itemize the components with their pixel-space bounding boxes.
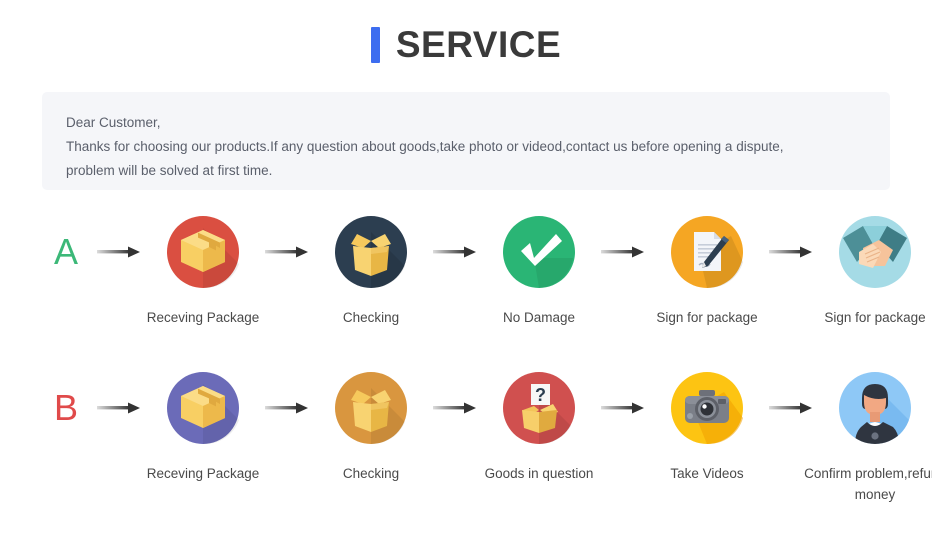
step-label: Receving Package xyxy=(146,466,260,481)
arrow-right-icon xyxy=(598,370,648,446)
flow-letter-b: B xyxy=(53,387,78,428)
step-b-1: Receving Package xyxy=(144,370,262,484)
step-a-2: Checking xyxy=(312,214,430,328)
arrow-right-icon xyxy=(430,214,480,290)
notice-line-3: problem will be solved at first time. xyxy=(66,163,273,178)
flow-row-b: B Receving Package Checking ? Goods in q… xyxy=(0,370,932,505)
arrow-right-icon xyxy=(766,370,816,446)
step-label: Receving Package xyxy=(146,310,260,325)
svg-text:?: ? xyxy=(535,385,546,405)
step-a-5: Sign for package xyxy=(816,214,932,328)
page-title-text: SERVICE xyxy=(395,24,562,65)
arrow-right-icon xyxy=(262,214,312,290)
arrow-right-icon xyxy=(262,370,312,446)
step-a-3: No Damage xyxy=(480,214,598,328)
closed-box-icon xyxy=(165,370,241,446)
step-a-4: Sign for package xyxy=(648,214,766,328)
step-label: Goods in question xyxy=(484,466,594,481)
arrow-right-icon xyxy=(94,214,144,290)
open-box-icon xyxy=(333,370,409,446)
step-label: Take Videos xyxy=(670,466,744,481)
service-page: SERVICE Dear Customer, Thanks for choosi… xyxy=(0,0,932,550)
arrow-right-icon xyxy=(766,214,816,290)
step-b-2: Checking xyxy=(312,370,430,484)
notice-line-1: Dear Customer, xyxy=(66,115,161,130)
customer-notice-box: Dear Customer, Thanks for choosing our p… xyxy=(42,92,890,190)
question-box-icon: ? xyxy=(501,370,577,446)
step-b-4: Take Videos xyxy=(648,370,766,484)
handshake-icon xyxy=(837,214,913,290)
notice-line-2: Thanks for choosing our products.If any … xyxy=(66,139,784,154)
document-pen-icon xyxy=(669,214,745,290)
step-label: Sign for package xyxy=(824,310,926,325)
title-accent-bar xyxy=(370,26,380,63)
camera-icon xyxy=(669,370,745,446)
flow-letter-a: A xyxy=(53,231,78,272)
arrow-right-icon xyxy=(430,370,480,446)
step-label: No Damage xyxy=(502,310,576,325)
step-label: Checking xyxy=(342,310,400,325)
step-a-1: Receving Package xyxy=(144,214,262,328)
arrow-right-icon xyxy=(94,370,144,446)
step-label: Confirm problem,refund money xyxy=(804,466,932,502)
step-label: Checking xyxy=(342,466,400,481)
flow-row-a: A Receving Package Checking No Damage Si… xyxy=(0,214,932,328)
closed-box-icon xyxy=(165,214,241,290)
arrow-right-icon xyxy=(598,214,648,290)
page-title: SERVICE xyxy=(0,0,932,63)
open-box-icon xyxy=(333,214,409,290)
check-mark-icon xyxy=(501,214,577,290)
step-b-5: Confirm problem,refund money xyxy=(804,370,932,505)
person-icon xyxy=(837,370,913,446)
step-label: Sign for package xyxy=(656,310,758,325)
step-b-3: ? Goods in question xyxy=(480,370,598,484)
